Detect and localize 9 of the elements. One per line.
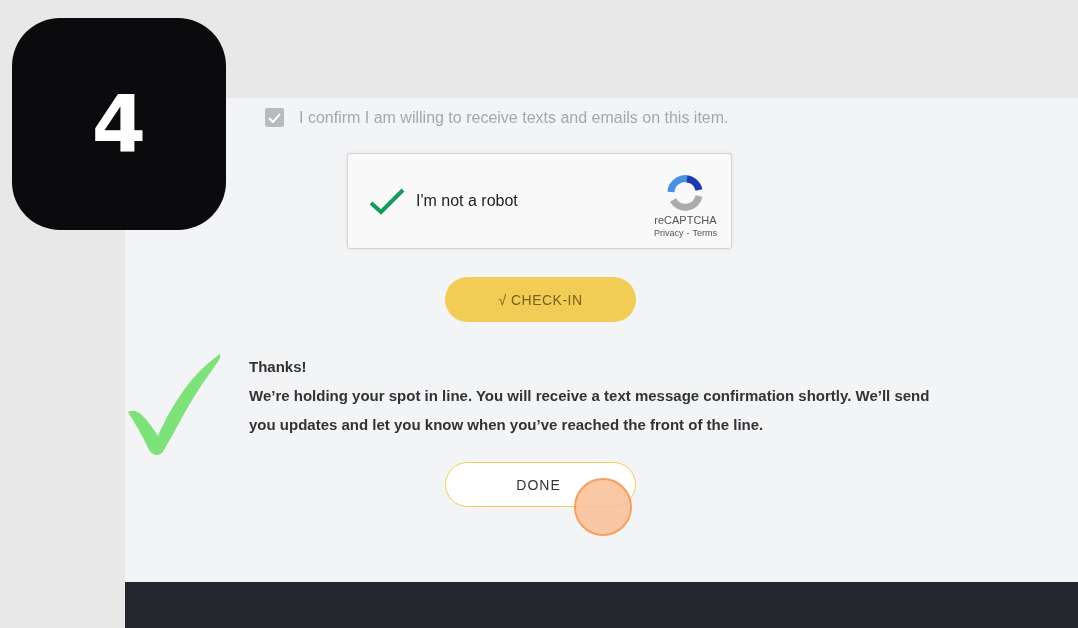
recaptcha-brand: reCAPTCHA <box>654 214 717 226</box>
thanks-heading: Thanks! <box>249 357 308 377</box>
link-separator: - <box>686 228 690 238</box>
step-badge: 4 <box>12 18 226 230</box>
captcha-label: I'm not a robot <box>416 192 519 210</box>
privacy-link[interactable]: Privacy <box>654 228 684 238</box>
confirmation-message: We’re holding your spot in line. You will receive a text message confirmation shortly. We’ll send you updates and let you know when you’ve reached the front of the line. <box>249 386 931 435</box>
terms-link[interactable]: Terms <box>692 228 717 238</box>
consent-label: I confirm I am willing to receive texts and emails on this item. <box>299 108 729 127</box>
